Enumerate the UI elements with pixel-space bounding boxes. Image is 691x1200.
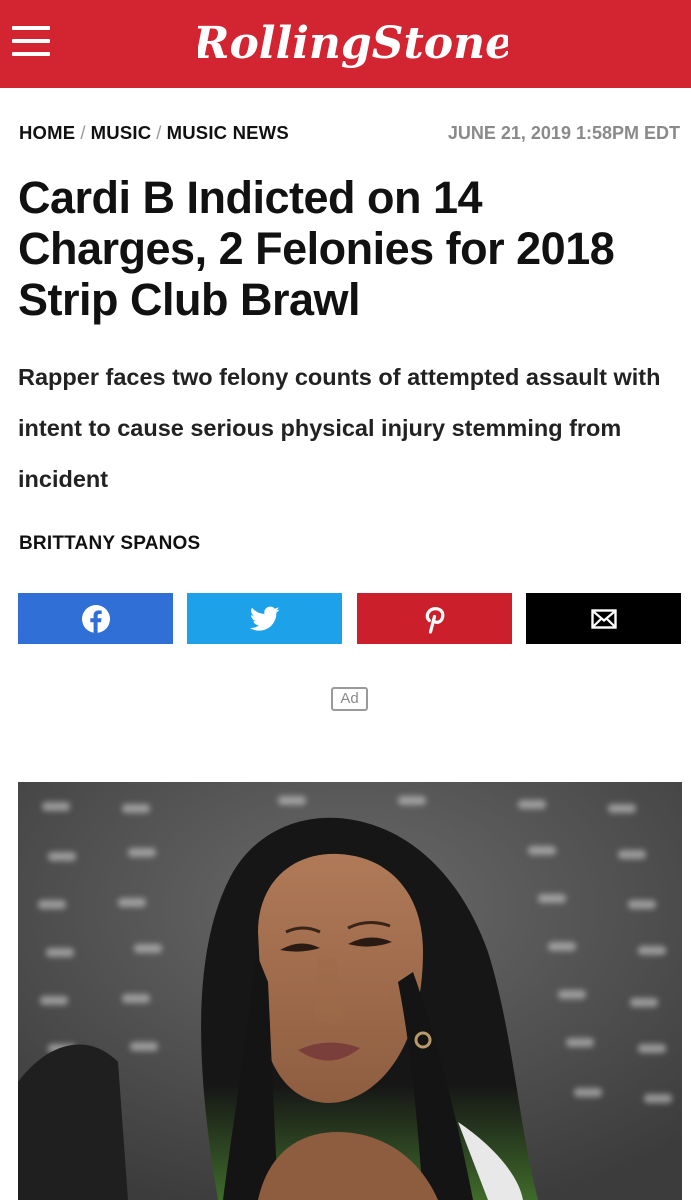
breadcrumb-separator: / [80, 122, 86, 143]
rolling-stone-logo[interactable]: RollingStone [198, 12, 508, 76]
share-email-button[interactable] [526, 593, 681, 644]
article-headline: Cardi B Indicted on 14 Charges, 2 Feloni… [18, 172, 615, 325]
facebook-icon [81, 604, 110, 633]
ad-label: Ad [331, 687, 368, 711]
breadcrumb: HOME / MUSIC / MUSIC NEWS [19, 122, 289, 144]
author-byline[interactable]: BRITTANY SPANOS [19, 533, 200, 555]
svg-text:RollingStone: RollingStone [198, 18, 508, 69]
article-hero-photo[interactable] [18, 782, 682, 1200]
share-pinterest-button[interactable] [357, 593, 512, 644]
publish-date: JUNE 21, 2019 1:58PM EDT [447, 123, 680, 143]
share-twitter-button[interactable] [187, 593, 342, 644]
breadcrumb-home-link[interactable]: HOME [19, 122, 75, 143]
breadcrumb-music-link[interactable]: MUSIC [91, 122, 152, 143]
site-header: RollingStone [0, 0, 691, 88]
breadcrumb-music-news-link[interactable]: MUSIC NEWS [167, 122, 289, 143]
twitter-icon [249, 606, 279, 631]
article-dek: Rapper faces two felony counts of attemp… [18, 364, 661, 492]
cardi-b-portrait-image [18, 782, 682, 1200]
pinterest-icon [425, 606, 444, 634]
email-icon [590, 608, 617, 629]
breadcrumb-separator: / [156, 122, 162, 143]
share-facebook-button[interactable] [18, 593, 173, 644]
hamburger-menu-icon[interactable] [12, 26, 52, 60]
